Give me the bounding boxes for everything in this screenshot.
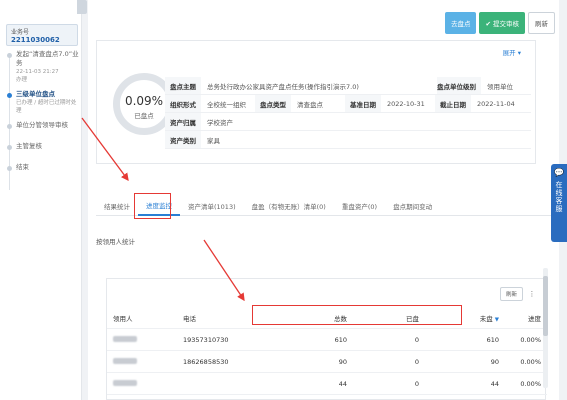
online-service-label: 在线客服 — [555, 181, 563, 213]
redacted-name — [113, 357, 137, 364]
subject-label: 盘点主题 — [165, 77, 201, 94]
header-assignee[interactable]: 领用人 — [107, 313, 177, 323]
header-pending-label: 未盘 — [479, 314, 493, 323]
cell-pending: 610 — [486, 335, 499, 344]
header-progress[interactable]: 进度 — [505, 313, 547, 323]
timeline-dot — [7, 145, 12, 150]
tab-result-stats[interactable]: 结果统计 — [96, 196, 138, 216]
redacted-name — [113, 335, 137, 342]
go-inventory-button[interactable]: 去盘点 — [444, 12, 477, 34]
category-label: 资产类别 — [165, 131, 201, 148]
timeline-step-title: 三级单位盘点 — [16, 90, 55, 98]
info-row: 资产类别 家具 — [165, 131, 531, 149]
cell-done: 0 — [414, 379, 419, 388]
belong-label: 资产归属 — [165, 113, 201, 130]
online-service-widget[interactable]: 💬 在线客服 — [551, 164, 567, 242]
assignee-name-redacted — [107, 357, 177, 366]
base-date-label: 基准日期 — [345, 95, 381, 112]
tab-period-changes[interactable]: 盘点期间变动 — [385, 196, 440, 216]
refresh-button[interactable]: 刷新 — [528, 12, 555, 34]
sidebar: 业务号 2211030062 发起“清查盘点7.0”业务 22-11-03 21… — [0, 0, 82, 400]
tab-annotation-box — [134, 193, 171, 219]
submit-review-button[interactable]: ✔ 提交审核 — [479, 12, 525, 34]
info-row: 盘点主题 总务处行政办公家具资产盘点任务(操作指引演示7.0) 盘点单位级别 领… — [165, 77, 531, 95]
deadline-label: 截止日期 — [435, 95, 471, 112]
column-settings-icon[interactable]: ⋮ — [527, 290, 537, 298]
timeline-step-note: 办理 — [16, 77, 28, 83]
redacted-name — [113, 379, 137, 386]
timeline-step-end[interactable]: 结束 — [6, 163, 80, 172]
timeline-step-title: 主管复核 — [16, 142, 42, 150]
timeline-dot — [7, 124, 12, 129]
order-number-box: 业务号 2211030062 — [6, 24, 78, 46]
timeline-step-title: 单位分管领导审核 — [16, 121, 68, 129]
cell-phone: 19357310730 — [183, 335, 229, 344]
tab-surplus-list[interactable]: 盘盈（有物无账）清单(0) — [244, 196, 334, 216]
section-label: 按领用人统计 — [96, 238, 135, 246]
category-value: 家具 — [207, 136, 220, 145]
assignee-name-redacted — [107, 335, 177, 344]
cell-phone: 18626858530 — [183, 357, 229, 366]
timeline-step-start[interactable]: 发起“清查盘点7.0”业务 22-11-03 21:27 办理 — [6, 50, 80, 84]
type-value: 清查盘点 — [297, 100, 323, 109]
progress-percent: 0.09% — [124, 94, 164, 108]
table-refresh-button[interactable]: 刷新 — [499, 287, 523, 301]
chat-bubble-icon: 💬 — [554, 168, 564, 177]
info-row: 组织形式 全校统一组织 盘点类型 清查盘点 基准日期 2022-10-31 截止… — [165, 95, 531, 113]
info-grid: 盘点主题 总务处行政办公家具资产盘点任务(操作指引演示7.0) 盘点单位级别 领… — [165, 77, 531, 149]
order-label: 业务号 — [11, 29, 30, 36]
cell-total: 610 — [334, 335, 347, 344]
header-annotation-box — [252, 305, 462, 325]
top-action-bar: 去盘点 ✔ 提交审核 刷新 — [444, 12, 555, 34]
form-label: 组织形式 — [165, 95, 201, 112]
assignee-name-redacted — [107, 379, 177, 388]
workflow-timeline: 发起“清查盘点7.0”业务 22-11-03 21:27 办理 三级单位盘点 已… — [6, 50, 80, 190]
table-row[interactable]: 44 0 44 0.00% — [107, 373, 547, 395]
tab-asset-list[interactable]: 资产清单(1013) — [180, 196, 244, 216]
unit-level-label: 盘点单位级别 — [437, 77, 481, 94]
type-label: 盘点类型 — [255, 95, 291, 112]
timeline-dot — [7, 53, 12, 58]
cell-total: 90 — [338, 357, 347, 366]
cell-pending: 90 — [490, 357, 499, 366]
sort-desc-icon[interactable]: ▼ — [495, 317, 499, 323]
cell-pending: 44 — [490, 379, 499, 388]
header-phone[interactable]: 电话 — [177, 313, 243, 323]
timeline-step-title: 结束 — [16, 163, 29, 171]
inventory-info-card: 展开 ▾ 0.09% 已盘点 盘点主题 总务处行政办公家具资产盘点任务(操作指引… — [96, 40, 536, 164]
timeline-step-title: 发起“清查盘点7.0”业务 — [16, 50, 79, 67]
tab-recount-assets[interactable]: 重盘资产(0) — [334, 196, 385, 216]
timeline-step-leader-review[interactable]: 单位分管领导审核 — [6, 121, 80, 130]
timeline-dot-active — [7, 93, 12, 98]
page-scrollbar[interactable] — [543, 268, 548, 388]
unit-level-value: 领用单位 — [487, 82, 513, 91]
table-row[interactable]: 19357310730 610 0 610 0.00% — [107, 329, 547, 351]
scrollbar-thumb[interactable] — [543, 276, 548, 336]
deadline-value: 2022-11-04 — [477, 99, 515, 108]
timeline-dot — [7, 166, 12, 171]
table-toolbar: 刷新 ⋮ — [499, 287, 537, 301]
sidebar-collapse-toggle[interactable] — [77, 0, 87, 14]
timeline-step-supervisor-review[interactable]: 主管复核 — [6, 142, 80, 151]
order-number: 2211030062 — [11, 36, 60, 44]
form-value: 全校统一组织 — [207, 100, 246, 109]
cell-total: 44 — [338, 379, 347, 388]
timeline-step-status: 已办理 / 超时已过期时处理 — [16, 100, 77, 114]
base-date-value: 2022-10-31 — [387, 99, 425, 108]
subject-value: 总务处行政办公家具资产盘点任务(操作指引演示7.0) — [207, 82, 359, 91]
progress-label: 已盘点 — [134, 112, 154, 120]
timeline-step-time: 22-11-03 21:27 — [16, 69, 59, 75]
timeline-step-unit-inventory[interactable]: 三级单位盘点 已办理 / 超时已过期时处理 — [6, 90, 80, 115]
cell-progress: 0.00% — [520, 379, 541, 388]
expand-link[interactable]: 展开 ▾ — [503, 47, 521, 57]
cell-done: 0 — [414, 357, 419, 366]
cell-progress: 0.00% — [520, 335, 541, 344]
cell-progress: 0.00% — [520, 357, 541, 366]
table-row[interactable]: 18626858530 90 0 90 0.00% — [107, 351, 547, 373]
assignee-stats-table-card: 刷新 ⋮ 领用人 电话 总数 已盘 未盘 ▼ 进度 19357310730 61… — [106, 278, 547, 400]
info-row: 资产归属 学校资产 — [165, 113, 531, 131]
cell-done: 0 — [414, 335, 419, 344]
belong-value: 学校资产 — [207, 118, 233, 127]
